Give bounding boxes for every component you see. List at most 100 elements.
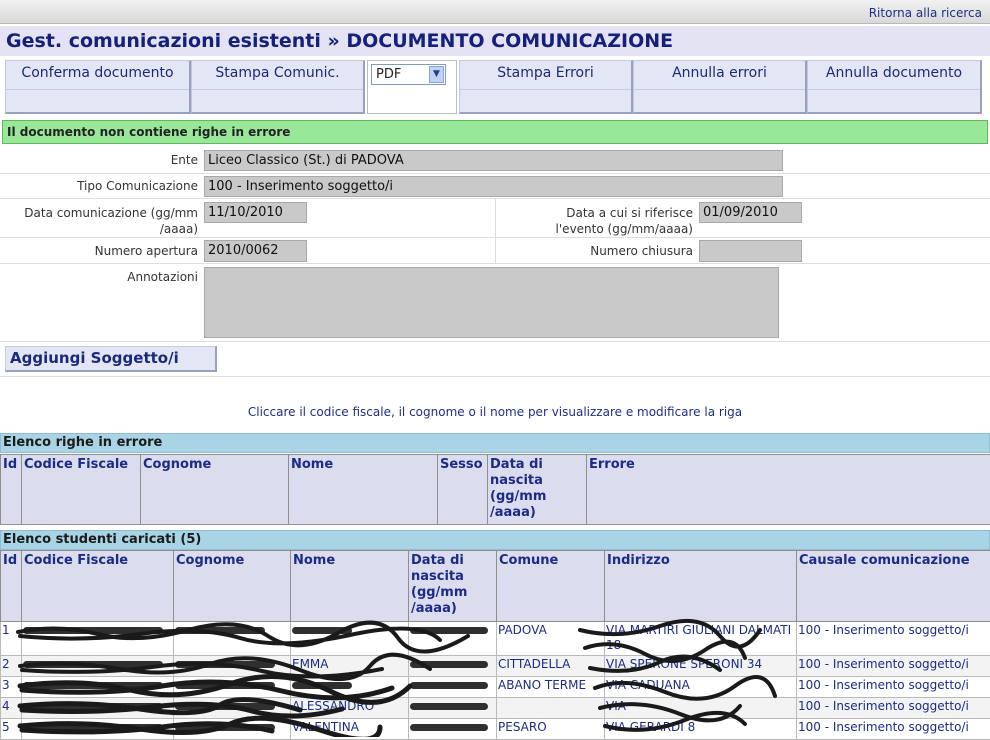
codice-fiscale-cell[interactable] [22, 719, 174, 740]
codice-fiscale-link[interactable] [23, 720, 163, 734]
nome-cell[interactable]: EMMA [291, 656, 409, 677]
confirm-document-label: Conferma documento [21, 65, 173, 81]
row-id: 4 [1, 698, 22, 719]
form-row-ente: Ente Liceo Classico (St.) di PADOVA [0, 147, 990, 174]
codice-fiscale-cell[interactable] [22, 698, 174, 719]
row-id: 1 [1, 622, 22, 656]
annotazioni-field [204, 267, 779, 338]
codice-fiscale-link[interactable] [23, 623, 163, 637]
codice-fiscale-link[interactable] [23, 657, 163, 671]
codice-fiscale-cell[interactable] [22, 622, 174, 656]
data-comunicazione-label-line2: /aaaa) [160, 222, 198, 236]
cognome-link[interactable] [175, 699, 275, 713]
button-divider [808, 89, 980, 90]
print-errors-button[interactable]: Stampa Errori [459, 60, 633, 114]
indirizzo-cell: VIA GERARDI 8 [605, 719, 797, 740]
tipo-comunicazione-label: Tipo Comunicazione [0, 178, 198, 194]
cancel-errors-button[interactable]: Annulla errori [633, 60, 807, 114]
col-nome: Nome [289, 455, 438, 525]
row-id: 3 [1, 677, 22, 698]
col-indirizzo: Indirizzo [605, 551, 797, 622]
errors-table-header: Id Codice Fiscale Cognome Nome Sesso Dat… [1, 455, 990, 525]
cancel-document-label: Annulla documento [826, 65, 962, 81]
back-to-search-link[interactable]: Ritorna alla ricerca [869, 6, 982, 20]
cognome-cell[interactable] [174, 656, 291, 677]
print-communication-button[interactable]: Stampa Comunic. [191, 60, 365, 114]
nome-cell[interactable] [291, 622, 409, 656]
comune-cell: PADOVA [497, 622, 605, 656]
numero-apertura-label: Numero apertura [0, 243, 198, 259]
errors-section-title: Elenco righe in errore [0, 433, 990, 453]
col-comune: Comune [497, 551, 605, 622]
form-row-annotazioni: Annotazioni [0, 264, 990, 342]
data-comunicazione-label-line1: Data comunicazione (gg/mm [24, 206, 198, 220]
chevron-down-icon[interactable]: ▼ [429, 66, 444, 83]
col-cognome: Cognome [141, 455, 289, 525]
cancel-document-button[interactable]: Annulla documento [807, 60, 982, 114]
causale-cell: 100 - Inserimento soggetto/i [797, 622, 990, 656]
top-bar: Ritorna alla ricerca [0, 0, 990, 24]
format-select[interactable]: PDF ▼ [371, 64, 446, 85]
col-cognome: Cognome [174, 551, 291, 622]
nome-link[interactable] [292, 623, 352, 637]
nome-link[interactable] [292, 678, 352, 692]
cognome-cell[interactable] [174, 698, 291, 719]
add-subjects-button[interactable]: Aggiungi Soggetto/i [5, 346, 217, 372]
cognome-cell[interactable] [174, 622, 291, 656]
cognome-cell[interactable] [174, 719, 291, 740]
status-message: Il documento non contiene righe in error… [2, 120, 988, 144]
data-evento-label-line1: Data a cui si riferisce [566, 206, 693, 220]
comune-cell: CITTADELLA [497, 656, 605, 677]
cognome-link[interactable] [175, 623, 265, 637]
data-comunicazione-field: 11/10/2010 [204, 202, 307, 223]
nome-cell[interactable] [291, 677, 409, 698]
errors-table: Id Codice Fiscale Cognome Nome Sesso Dat… [0, 454, 990, 525]
indirizzo-cell: VIA CADUANA [605, 677, 797, 698]
data-nascita-cell [409, 698, 497, 719]
data-nascita-cell [409, 622, 497, 656]
format-select-value: PDF [376, 67, 401, 82]
print-errors-label: Stampa Errori [497, 65, 594, 81]
cognome-cell[interactable] [174, 677, 291, 698]
row-id: 5 [1, 719, 22, 740]
table-row: 2 EMMA CITTADELLA VIA SPERONE SPERONI 34… [1, 656, 990, 677]
page-title: Gest. comunicazioni esistenti » DOCUMENT… [0, 26, 990, 56]
table-row: 5 VALENTINA PESARO VIA GERARDI 8 100 - I… [1, 719, 990, 740]
form-row-tipo: Tipo Comunicazione 100 - Inserimento sog… [0, 174, 990, 199]
codice-fiscale-cell[interactable] [22, 677, 174, 698]
table-row: 4 ALESSANDRO VIA 100 - Inserimento sogge… [1, 698, 990, 719]
table-hint: Cliccare il codice fiscale, il cognome o… [0, 405, 990, 419]
format-select-container: PDF ▼ [367, 60, 457, 114]
cognome-link[interactable] [175, 678, 275, 692]
col-data-nascita: Data di nascita (gg/mm /aaaa) [488, 455, 587, 525]
data-evento-label-line2: l'evento (gg/mm/aaaa) [556, 222, 693, 236]
nome-link[interactable]: EMMA [292, 657, 329, 671]
nome-link[interactable]: VALENTINA [292, 720, 359, 734]
codice-fiscale-link[interactable] [23, 699, 163, 713]
codice-fiscale-link[interactable] [23, 678, 163, 692]
col-causale: Causale comunicazione [797, 551, 990, 622]
button-divider [192, 89, 363, 90]
form-row-numbers: Numero apertura 2010/0062 Numero chiusur… [0, 238, 990, 264]
nome-link[interactable]: ALESSANDRO [292, 699, 374, 713]
data-nascita-cell [409, 677, 497, 698]
nome-cell[interactable]: VALENTINA [291, 719, 409, 740]
section-divider [0, 376, 990, 377]
cognome-link[interactable] [175, 720, 275, 734]
students-table-header: Id Codice Fiscale Cognome Nome Data di n… [1, 551, 990, 622]
cognome-link[interactable] [175, 657, 275, 671]
button-divider [634, 89, 805, 90]
comune-cell: PESARO [497, 719, 605, 740]
codice-fiscale-cell[interactable] [22, 656, 174, 677]
col-codice-fiscale: Codice Fiscale [22, 551, 174, 622]
col-id: Id [1, 551, 22, 622]
numero-chiusura-label: Numero chiusura [497, 243, 693, 259]
nome-cell[interactable]: ALESSANDRO [291, 698, 409, 719]
comune-cell [497, 698, 605, 719]
students-table: Id Codice Fiscale Cognome Nome Data di n… [0, 550, 990, 740]
table-row: 1 PADOVA VIA MARTIRI GIULIANI DALMATI 18… [1, 622, 990, 656]
col-codice-fiscale: Codice Fiscale [22, 455, 141, 525]
ente-label: Ente [0, 152, 198, 168]
causale-cell: 100 - Inserimento soggetto/i [797, 698, 990, 719]
confirm-document-button[interactable]: Conferma documento [5, 60, 191, 114]
